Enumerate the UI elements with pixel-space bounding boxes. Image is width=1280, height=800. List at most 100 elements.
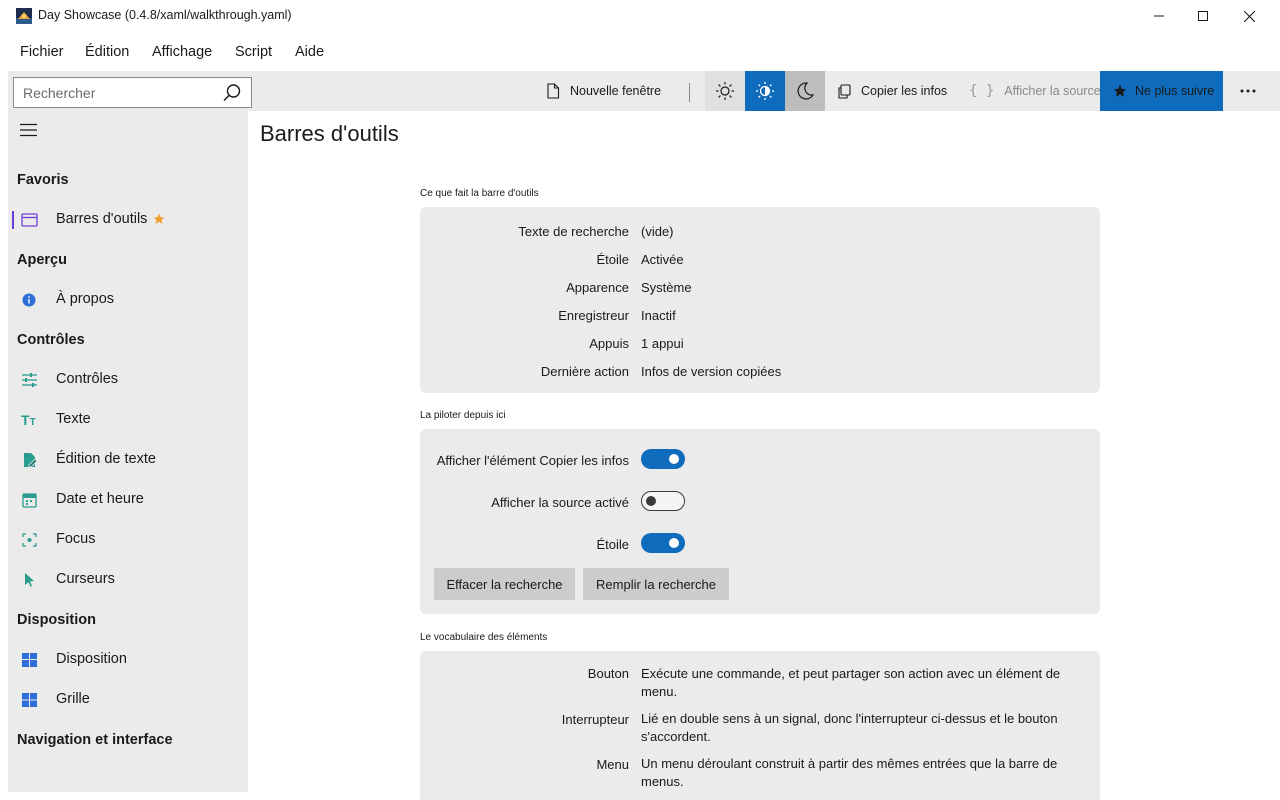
sidebar-item-label: Curseurs (56, 571, 115, 587)
status-value: Système (641, 280, 692, 295)
text-size-icon: TT (21, 412, 36, 428)
hamburger-menu-icon[interactable] (20, 123, 37, 137)
calendar-icon (22, 493, 37, 508)
sidebar-item-label: Grille (56, 691, 90, 707)
sidebar-item-focus[interactable]: Focus (8, 522, 248, 558)
menu-aide[interactable]: Aide (295, 44, 324, 60)
status-key: Appuis (589, 336, 629, 351)
vocab-key: Interrupteur (561, 712, 629, 727)
maximize-icon (1198, 11, 1208, 21)
toggle-star[interactable] (641, 533, 685, 553)
status-card: Texte de recherche (vide) Étoile Activée… (420, 207, 1100, 393)
sun-icon (716, 82, 734, 100)
sliders-icon (22, 373, 37, 387)
status-key: Texte de recherche (518, 224, 629, 239)
section-label-vocabulary: Le vocabulaire des éléments (420, 632, 548, 643)
vocab-value: Exécute une commande, et peut partager s… (641, 666, 1061, 699)
new-window-label: Nouvelle fenêtre (570, 84, 662, 98)
info-icon (22, 293, 36, 307)
section-label-drive: La piloter depuis ici (420, 410, 506, 421)
dark-theme-button[interactable] (785, 71, 825, 111)
sidebar-item-disposition[interactable]: Disposition (8, 642, 248, 678)
search-icon[interactable] (222, 83, 242, 103)
sidebar-item-label: Disposition (56, 651, 127, 667)
section-apercu: Aperçu (17, 252, 67, 268)
sidebar-item-label: Édition de texte (56, 451, 156, 467)
sidebar-item-a-propos[interactable]: À propos (8, 282, 248, 318)
section-favoris: Favoris (17, 172, 69, 188)
fill-search-button[interactable]: Remplir la recherche (583, 568, 729, 600)
focus-icon (22, 533, 37, 547)
section-controles: Contrôles (17, 332, 85, 348)
sidebar-item-label: Focus (56, 531, 96, 547)
show-source-button[interactable]: { } Afficher la source (969, 71, 1101, 111)
vocab-key: Bouton (587, 666, 629, 681)
unfollow-button[interactable]: Ne plus suivre (1100, 71, 1223, 111)
status-key: Dernière action (540, 364, 629, 379)
copy-icon (838, 83, 851, 99)
star-filled-icon (1113, 84, 1127, 97)
status-value: Inactif (641, 308, 676, 323)
close-button[interactable] (1226, 0, 1272, 32)
vocab-value: Lié en double sens à un signal, donc l'i… (641, 711, 1058, 744)
section-label-what-it-does: Ce que fait la barre d'outils (420, 188, 539, 199)
close-icon (1243, 10, 1255, 22)
status-value: Activée (641, 252, 684, 267)
toggle-show-source[interactable] (641, 491, 685, 511)
title-bar: Day Showcase (0.4.8/xaml/walkthrough.yam… (0, 0, 1280, 32)
section-disposition: Disposition (17, 612, 96, 628)
toggle-label-star: Étoile (596, 537, 629, 552)
status-value: Infos de version copiées (641, 364, 782, 379)
menu-bar: Fichier Édition Affichage Script Aide (0, 32, 1280, 71)
light-theme-button[interactable] (705, 71, 745, 111)
search-box[interactable] (13, 77, 252, 108)
menu-edition[interactable]: Édition (85, 44, 129, 60)
new-window-button[interactable]: Nouvelle fenêtre (546, 71, 661, 111)
toolbar-separator (689, 83, 690, 102)
sidebar-item-edition-texte[interactable]: Édition de texte (8, 442, 248, 478)
brightness-auto-icon (756, 82, 774, 100)
sidebar-item-label: Barres d'outils (56, 211, 148, 227)
sidebar-item-barres-outils[interactable]: Barres d'outils (8, 202, 248, 238)
grid-icon (22, 693, 37, 707)
vocabulary-card: Bouton Exécute une commande, et peut par… (420, 651, 1100, 800)
drive-card: Afficher l'élément Copier les infos Affi… (420, 429, 1100, 614)
clear-search-button[interactable]: Effacer la recherche (434, 568, 575, 600)
sidebar-item-label: Texte (56, 411, 91, 427)
toggle-copy-info[interactable] (641, 449, 685, 469)
document-edit-icon (24, 453, 38, 468)
sidebar-item-curseurs[interactable]: Curseurs (8, 562, 248, 598)
sidebar-item-label: Contrôles (56, 371, 119, 387)
unfollow-label: Ne plus suivre (1135, 84, 1215, 98)
auto-theme-button[interactable] (745, 71, 785, 111)
sidebar: Favoris Barres d'outils Aperçu À propos … (8, 111, 248, 792)
status-key: Étoile (596, 252, 629, 267)
braces-icon: { } (969, 83, 995, 99)
page-title: Barres d'outils (260, 121, 399, 146)
copy-info-button[interactable]: Copier les infos (837, 71, 947, 111)
section-navigation-interface: Navigation et interface (17, 732, 173, 748)
toggle-label-copy-info: Afficher l'élément Copier les infos (436, 453, 629, 468)
selection-indicator (12, 211, 14, 229)
minimize-icon (1154, 15, 1164, 17)
show-source-label: Afficher la source (1004, 84, 1101, 98)
menu-affichage[interactable]: Affichage (152, 44, 212, 60)
sidebar-item-texte[interactable]: TT Texte (8, 402, 248, 438)
menu-script[interactable]: Script (235, 44, 272, 60)
more-options-button[interactable] (1230, 71, 1266, 111)
window-icon (21, 213, 38, 227)
maximize-button[interactable] (1180, 0, 1226, 32)
sidebar-item-grille[interactable]: Grille (8, 682, 248, 718)
document-icon (547, 83, 560, 99)
status-key: Apparence (566, 280, 629, 295)
sidebar-item-date-heure[interactable]: Date et heure (8, 482, 248, 518)
sidebar-item-controles[interactable]: Contrôles (8, 362, 248, 398)
layout-icon (22, 653, 37, 667)
menu-fichier[interactable]: Fichier (20, 44, 64, 60)
status-value: (vide) (641, 224, 674, 239)
toggle-label-show-source: Afficher la source activé (491, 495, 629, 510)
minimize-button[interactable] (1136, 0, 1182, 32)
cursor-icon (25, 573, 34, 587)
copy-info-label: Copier les infos (861, 84, 948, 98)
search-input[interactable] (23, 83, 213, 102)
